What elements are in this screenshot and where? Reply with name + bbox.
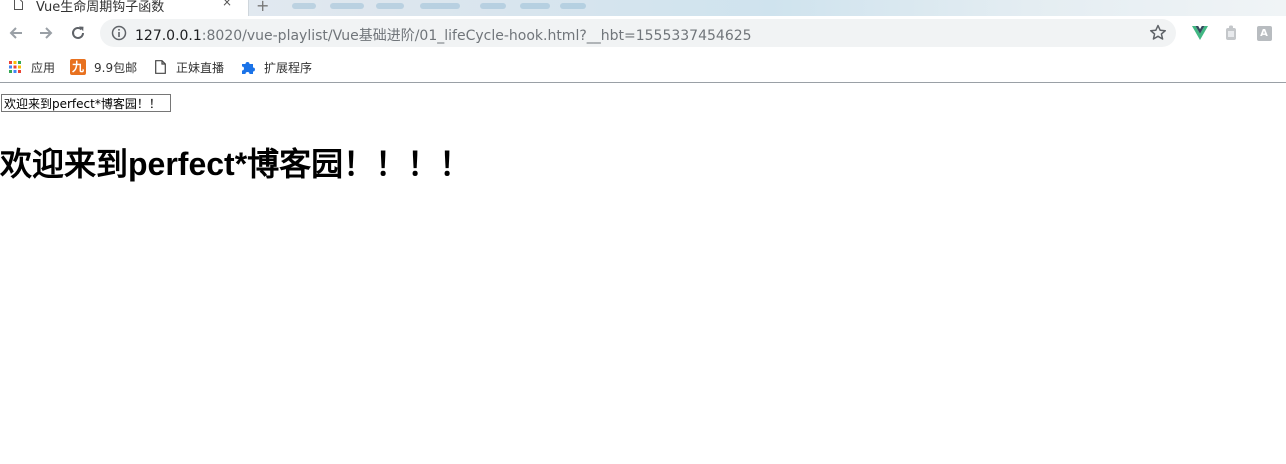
tab-strip: Vue生命周期钩子函数 × + (0, 0, 1286, 16)
browser-toolbar: 127.0.0.1:8020/vue-playlist/Vue基础进阶/01_l… (0, 16, 1286, 52)
url-host: 127.0.0.1 (135, 28, 202, 44)
letter-a-icon: A (1256, 25, 1272, 41)
vue-devtools-button[interactable] (1191, 24, 1209, 42)
vue-devtools-icon (1192, 26, 1208, 40)
bookmark-label: 正妹直播 (176, 60, 225, 75)
address-bar[interactable]: 127.0.0.1:8020/vue-playlist/Vue基础进阶/01_l… (100, 19, 1176, 47)
forward-button[interactable] (35, 22, 57, 44)
info-icon[interactable] (111, 25, 127, 41)
arrow-left-icon (9, 27, 22, 39)
page-icon (152, 59, 168, 75)
bookmark-zhengmei-live[interactable]: 正妹直播 (152, 58, 224, 76)
arrow-right-icon (40, 27, 53, 39)
bookmark-9-9-baoyou[interactable]: 九 9.9包邮 (70, 58, 137, 76)
apps-grid-icon (7, 59, 23, 75)
bookmarks-bar: 应用 九 9.9包邮 正妹直播 扩展程序 (0, 52, 1286, 83)
reload-icon (72, 26, 84, 39)
close-icon[interactable]: × (222, 0, 232, 9)
message-heading: 欢迎来到perfect*博客园！！！！ (0, 146, 472, 182)
page-content: 欢迎来到perfect*博客园！！！！ (0, 83, 1286, 464)
url-path: :8020/vue-playlist/Vue基础进阶/01_lifeCycle-… (201, 28, 752, 44)
bookmark-label: 9.9包邮 (94, 60, 138, 75)
page-icon (14, 0, 23, 10)
tab-title: Vue生命周期钩子函数 (36, 0, 165, 15)
back-button[interactable] (5, 22, 27, 44)
bookmark-label: 扩展程序 (264, 60, 313, 75)
tab-active[interactable]: Vue生命周期钩子函数 × (0, 0, 249, 16)
bookmark-label: 应用 (31, 60, 56, 75)
puzzle-gray-icon (1226, 25, 1236, 40)
translate-extension-button[interactable]: A (1255, 24, 1273, 42)
url-text[interactable]: 127.0.0.1:8020/vue-playlist/Vue基础进阶/01_l… (135, 25, 752, 45)
new-tab-button[interactable]: + (256, 0, 269, 15)
message-input[interactable] (1, 94, 171, 112)
jiu-logo-icon: 九 (70, 59, 86, 75)
bookmark-extensions[interactable]: 扩展程序 (240, 58, 312, 76)
bookmark-apps[interactable]: 应用 (7, 58, 55, 76)
extension-button[interactable] (1222, 24, 1240, 42)
reload-button[interactable] (67, 22, 89, 44)
puzzle-icon (240, 59, 256, 75)
star-icon[interactable] (1148, 23, 1168, 43)
